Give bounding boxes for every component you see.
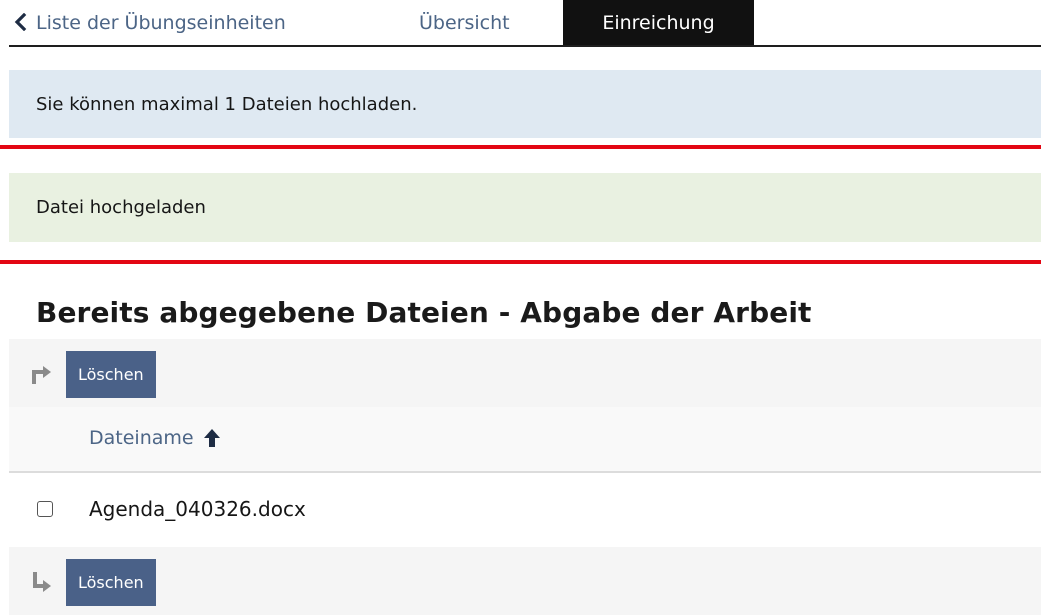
info-message-text: Sie können maximal 1 Dateien hochladen. <box>36 93 418 115</box>
delete-button-bottom[interactable]: Löschen <box>66 559 156 606</box>
tab-back-to-list[interactable]: Liste der Übungseinheiten <box>14 0 286 45</box>
top-action-bar: Löschen <box>9 339 1041 407</box>
row-checkbox[interactable] <box>37 501 53 517</box>
table-row: Agenda_040326.docx <box>9 475 1041 547</box>
tab-submission[interactable]: Einreichung <box>563 0 754 45</box>
delete-button-top[interactable]: Löschen <box>66 351 156 398</box>
arrow-up-icon <box>203 429 220 447</box>
tab-overview[interactable]: Übersicht <box>419 0 510 45</box>
alert-border-bottom <box>0 260 1041 264</box>
tab-back-label: Liste der Übungseinheiten <box>36 11 286 34</box>
file-name: Agenda_040326.docx <box>89 497 306 521</box>
column-header-filename[interactable]: Dateiname <box>89 427 221 449</box>
chevron-left-icon <box>14 13 27 31</box>
success-message-text: Datei hochgeladen <box>36 197 206 218</box>
table-header: Dateiname <box>9 407 1041 473</box>
success-message: Datei hochgeladen <box>9 173 1041 242</box>
tab-overview-label: Übersicht <box>419 11 510 34</box>
column-header-label: Dateiname <box>89 427 194 449</box>
tab-submission-label: Einreichung <box>602 11 715 34</box>
arrow-turn-down-right-icon <box>33 572 51 592</box>
section-title: Bereits abgegebene Dateien - Abgabe der … <box>36 296 812 329</box>
tab-bar: Liste der Übungseinheiten Übersicht Einr… <box>9 0 1041 47</box>
arrow-turn-right-icon <box>32 366 51 384</box>
bottom-action-bar: Löschen <box>9 547 1041 615</box>
alert-border-top <box>0 145 1041 149</box>
info-message: Sie können maximal 1 Dateien hochladen. <box>9 70 1041 138</box>
